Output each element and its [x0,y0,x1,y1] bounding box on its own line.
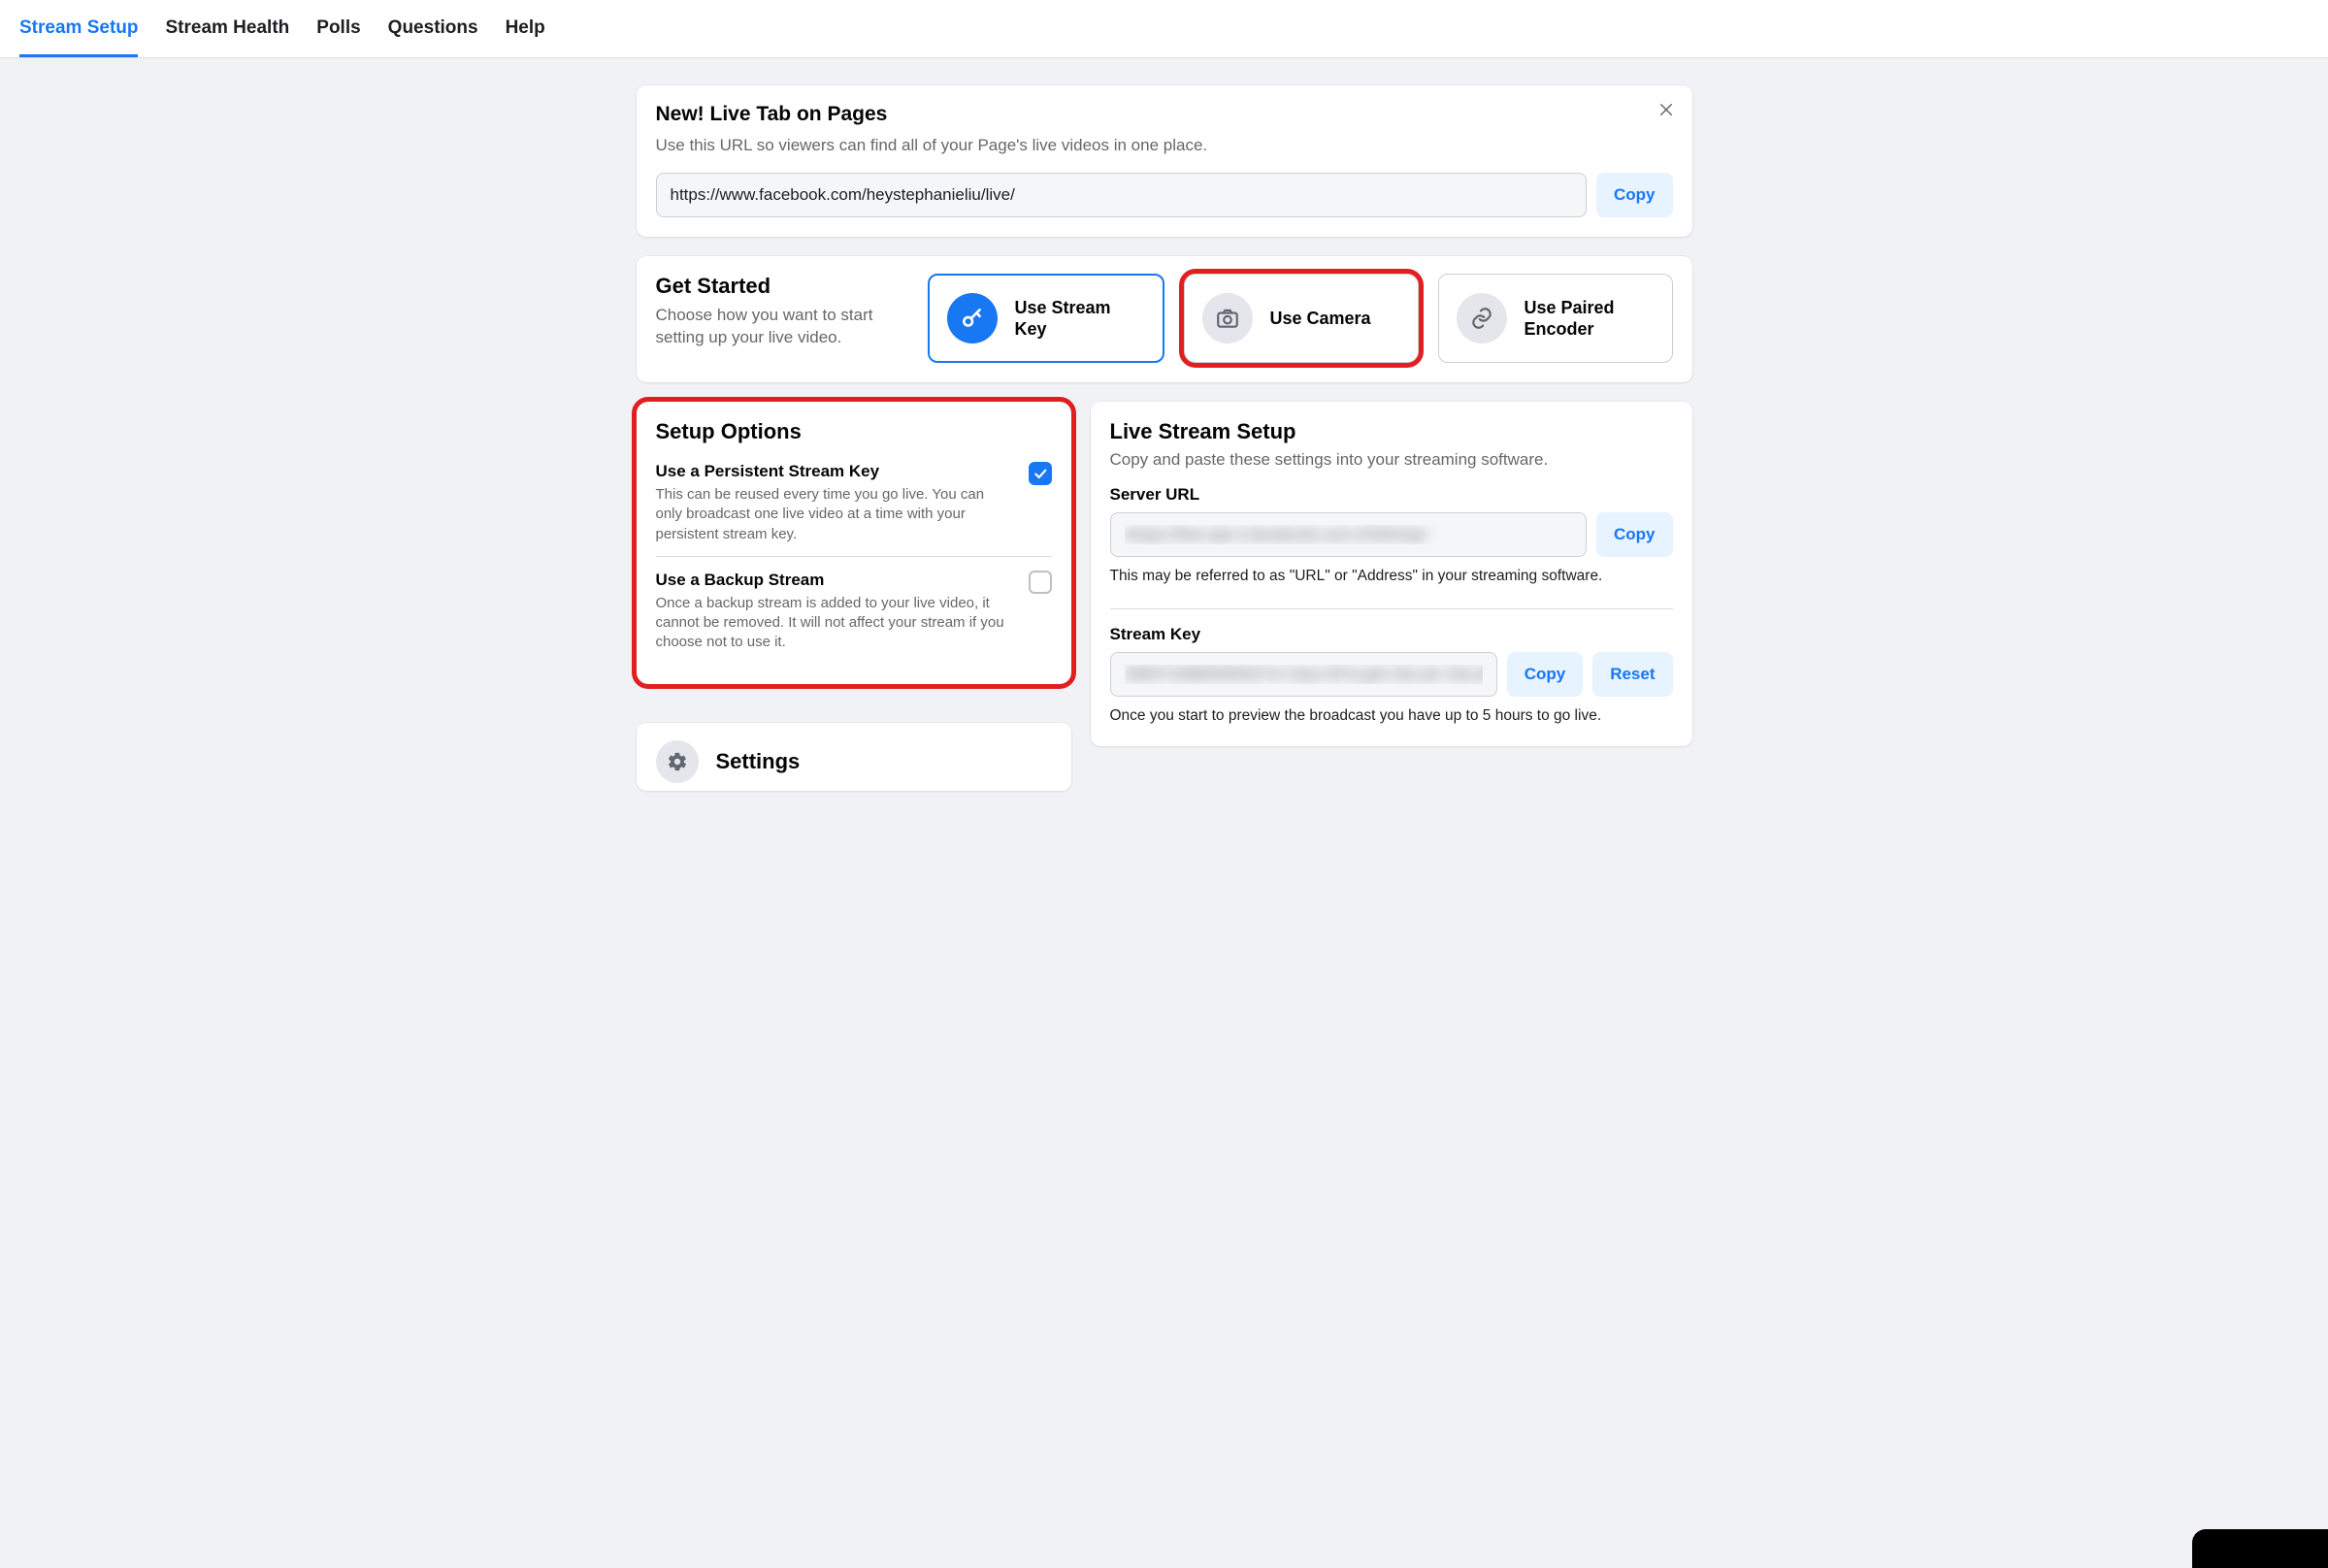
key-icon [947,293,998,343]
banner-title: New! Live Tab on Pages [656,103,1673,126]
get-started-title: Get Started [656,274,908,299]
option-desc: Once a backup stream is added to your li… [656,594,1015,653]
option-use-camera[interactable]: Use Camera [1184,274,1419,363]
tab-bar: Stream Setup Stream Health Polls Questio… [0,0,2328,58]
server-url-input[interactable] [1110,512,1588,557]
option-use-stream-key[interactable]: Use Stream Key [928,274,1164,363]
persistent-key-checkbox[interactable] [1029,462,1052,485]
live-setup-title: Live Stream Setup [1110,419,1673,444]
overlay-corner [2192,1529,2328,1568]
copy-stream-key-button[interactable]: Copy [1507,652,1584,697]
tab-stream-setup[interactable]: Stream Setup [19,0,138,57]
option-desc: This can be reused every time you go liv… [656,485,1015,544]
stream-key-input[interactable] [1110,652,1497,697]
banner-subtitle: Use this URL so viewers can find all of … [656,136,1673,155]
setup-options-card: Setup Options Use a Persistent Stream Ke… [637,402,1071,684]
gear-icon [656,740,699,783]
live-url-input[interactable] [656,173,1588,217]
tab-polls[interactable]: Polls [316,0,360,57]
option-use-paired-encoder[interactable]: Use Paired Encoder [1438,274,1673,363]
live-tab-banner: New! Live Tab on Pages Use this URL so v… [637,85,1692,237]
stream-key-label: Stream Key [1110,625,1673,644]
reset-stream-key-button[interactable]: Reset [1592,652,1672,697]
option-label: Use Camera [1270,308,1371,330]
settings-card: Settings [637,723,1071,791]
setup-options-title: Setup Options [656,419,1052,444]
tab-questions[interactable]: Questions [388,0,478,57]
tab-help[interactable]: Help [506,0,545,57]
option-title: Use a Backup Stream [656,571,1015,590]
divider [1110,608,1673,609]
link-icon [1457,293,1507,343]
camera-icon [1202,293,1253,343]
get-started-card: Get Started Choose how you want to start… [637,256,1692,382]
live-stream-setup-card: Live Stream Setup Copy and paste these s… [1091,402,1692,746]
get-started-subtitle: Choose how you want to start setting up … [656,305,908,349]
settings-title: Settings [716,749,801,774]
option-label: Use Paired Encoder [1525,297,1655,341]
close-icon[interactable] [1657,101,1675,123]
backup-stream-checkbox[interactable] [1029,571,1052,594]
tab-stream-health[interactable]: Stream Health [165,0,289,57]
option-label: Use Stream Key [1015,297,1145,341]
copy-server-url-button[interactable]: Copy [1596,512,1673,557]
option-backup-stream: Use a Backup Stream Once a backup stream… [656,556,1052,665]
stream-key-helper: Once you start to preview the broadcast … [1110,706,1673,727]
option-persistent-key: Use a Persistent Stream Key This can be … [656,462,1052,556]
server-url-label: Server URL [1110,485,1673,505]
option-title: Use a Persistent Stream Key [656,462,1015,481]
copy-live-url-button[interactable]: Copy [1596,173,1673,217]
live-setup-subtitle: Copy and paste these settings into your … [1110,450,1673,470]
server-url-helper: This may be referred to as "URL" or "Add… [1110,567,1673,587]
